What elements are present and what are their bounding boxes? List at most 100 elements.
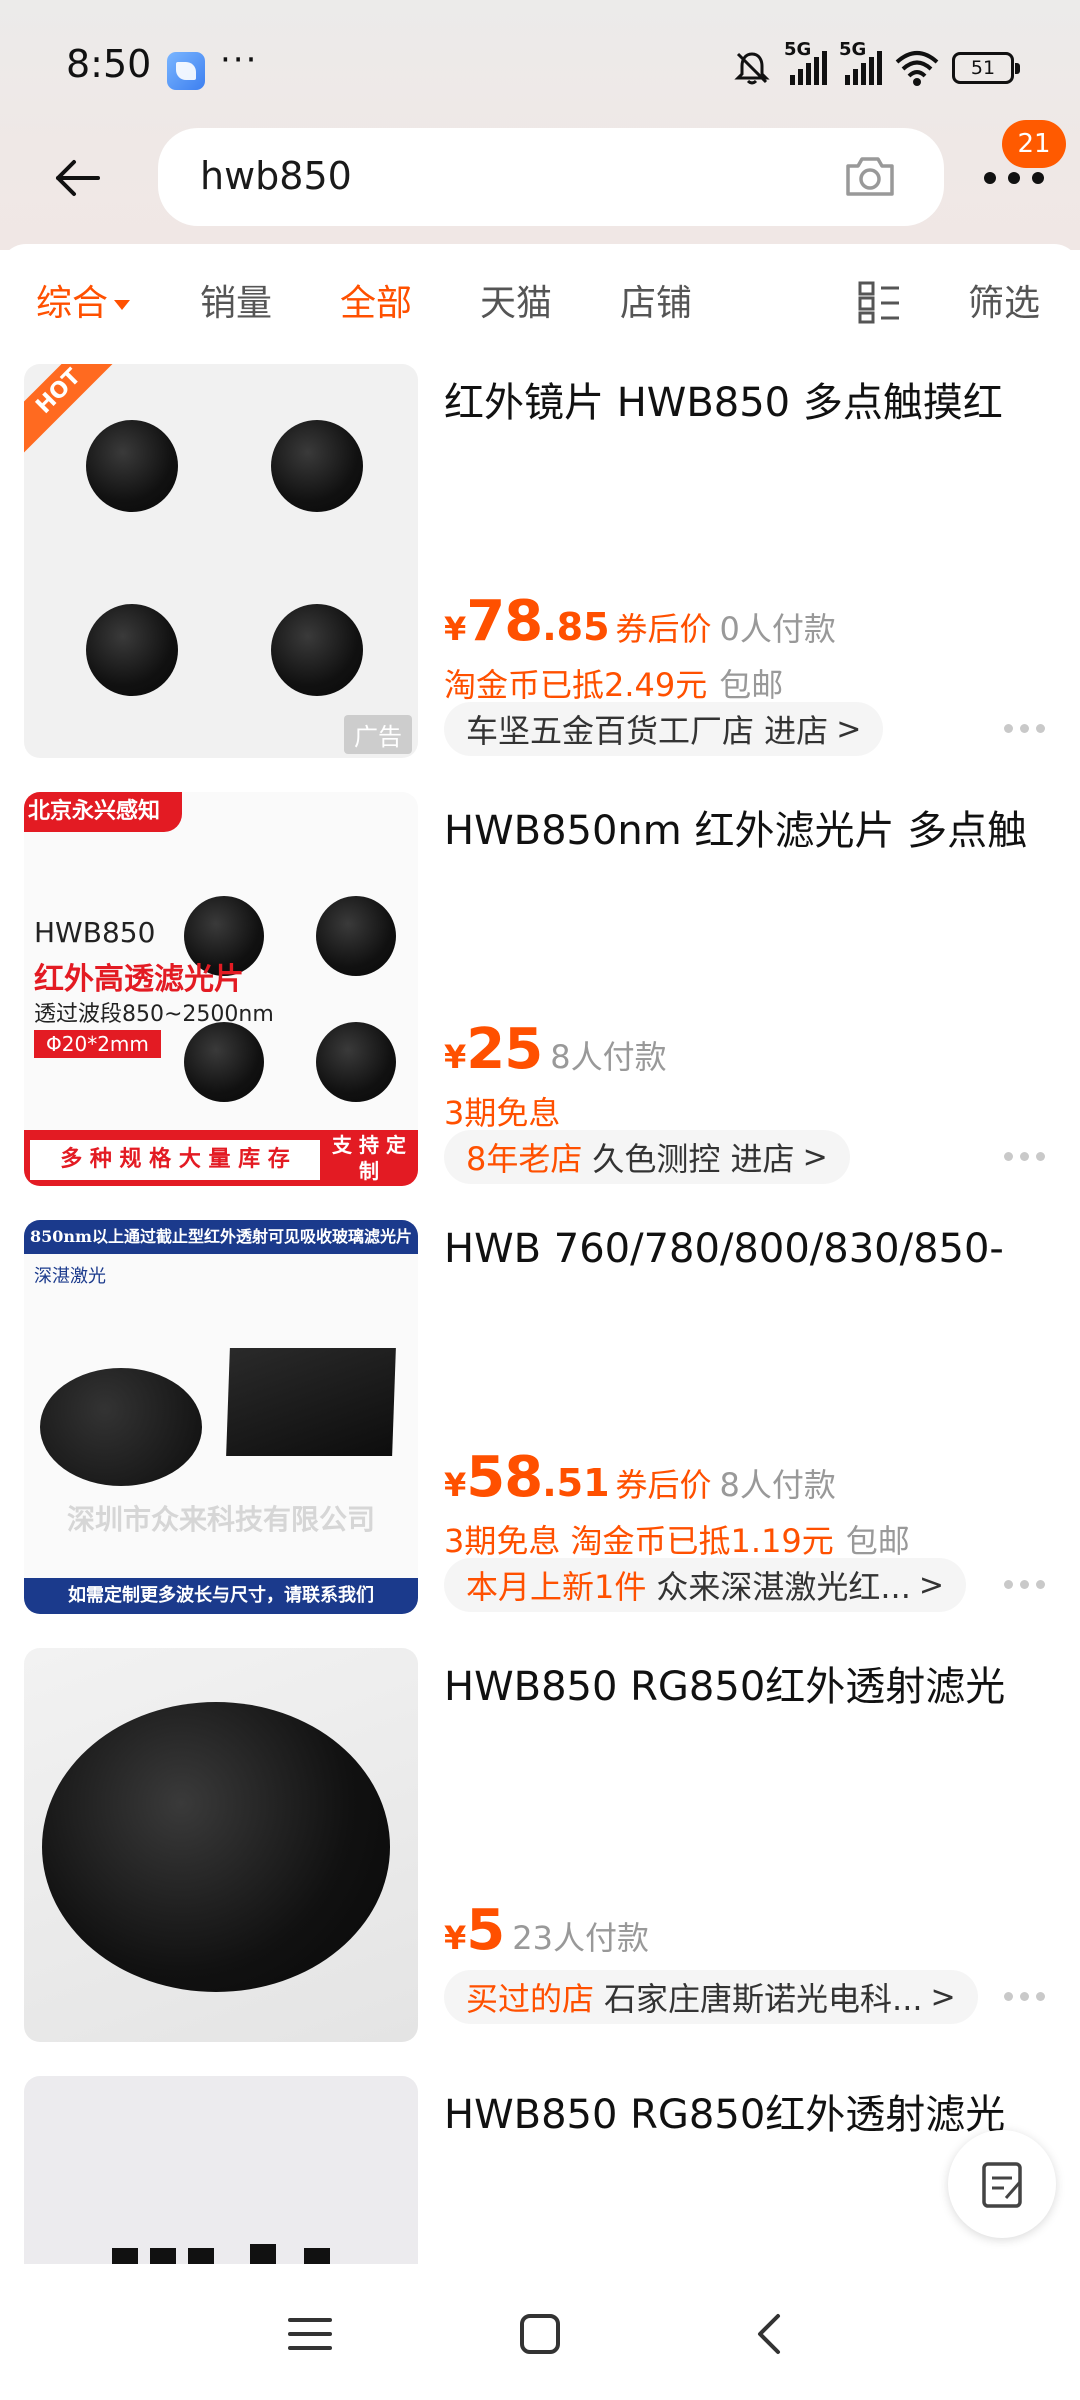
product-card[interactable]: 北京永兴感知 HWB850 红外高透滤光片 透过波段850~2500nm Φ20… [0,792,1080,1192]
promo-row: 淘金币已抵2.49元 包邮 [444,660,783,706]
edit-feedback-icon [982,2162,1022,2208]
product-title[interactable]: 红外镜片 HWB850 多点触摸红 [444,370,1054,428]
price-row: ¥ 58 .51 券后价 8人付款 [444,1445,836,1510]
promo-text: 3期免息 淘金币已抵1.19元 [444,1522,834,1560]
tab-filter[interactable]: 筛选 [968,274,1040,326]
ad-label: 广告 [344,715,412,754]
chevron-right-icon: > [836,711,862,747]
product-title[interactable]: HWB 760/780/800/830/850- [444,1226,1054,1272]
block-shape [304,2248,330,2264]
shop-tag: 买过的店 [466,1980,595,2018]
currency-symbol: ¥ [444,1466,467,1504]
hot-badge: HOT [24,364,124,458]
system-navbar [0,2264,1080,2400]
hot-ribbon: HOT [24,364,124,464]
tab-sales[interactable]: 销量 [200,274,272,326]
shop-name: 石家庄唐斯诺光电科... [604,1980,923,2018]
block-shape [112,2248,138,2264]
card-more-icon[interactable] [1004,1992,1045,2001]
price-integer: 78 [466,589,543,654]
tab-comprehensive-label: 综合 [36,283,109,324]
feedback-button[interactable] [948,2130,1056,2238]
signal-1-icon: 5G [784,39,827,85]
message-count-badge: 21 [1002,120,1066,168]
product-title[interactable]: HWB850nm 红外滤光片 多点触 [444,798,1054,856]
product-image[interactable]: 北京永兴感知 HWB850 红外高透滤光片 透过波段850~2500nm Φ20… [24,792,418,1186]
price-row: ¥ 25 8人付款 [444,1017,667,1082]
image-model-text: HWB850 [34,916,156,949]
shop-link[interactable]: 本月上新1件 众来深湛激光红... > [444,1558,967,1612]
product-card[interactable]: HWB850 RG850红外透射滤光 ¥ 5 23人付款 买过的店 石家庄唐斯诺光… [0,1648,1080,2048]
round-filter-shape [40,1368,202,1486]
image-range-text: 透过波段850~2500nm [34,1002,274,1027]
currency-symbol: ¥ [444,1919,467,1957]
shop-name: 车坚五金百货工厂店 进店 [466,712,829,750]
price-integer: 58 [466,1445,543,1510]
disc-shape [86,604,178,696]
square-filter-shape [226,1348,396,1456]
disc-shape [316,1022,396,1102]
promo-text: 3期免息 [444,1094,561,1132]
image-top-band: 850nm以上通过截止型红外透射可见吸收玻璃滤光片 [24,1220,418,1254]
shipping-text: 包邮 [719,666,784,704]
results-sheet: 综合 销量 全部 天猫 店铺 筛选 HOT 广告 红外镜片 HWB850 多点触… [0,244,1080,2264]
product-card[interactable]: HWB850 RG850红外透射滤光 [0,2076,1080,2264]
price-row: ¥ 78 .85 券后价 0人付款 [444,589,836,654]
block-shape [188,2248,214,2264]
menu-nav-icon[interactable] [284,2308,336,2360]
list-grid-icon[interactable] [857,280,901,324]
disc-shape [42,1702,390,1992]
wifi-icon [895,51,939,86]
shop-tag: 8年老店 [466,1140,583,1178]
search-input[interactable]: hwb850 [158,128,944,226]
shop-tag: 本月上新1件 [466,1568,647,1606]
product-image[interactable]: HOT 广告 [24,364,418,758]
tab-shops[interactable]: 店铺 [620,274,692,326]
back-nav-icon[interactable] [744,2308,796,2360]
product-image[interactable] [24,2076,418,2264]
shop-link[interactable]: 买过的店 石家庄唐斯诺光电科... > [444,1970,978,2024]
card-more-icon[interactable] [1004,1580,1045,1589]
image-logo: 深湛激光 [34,1266,106,1287]
price-integer: 25 [466,1017,543,1082]
currency-symbol: ¥ [444,610,467,648]
coupon-label: 券后价 [615,610,712,648]
product-card[interactable]: 850nm以上通过截止型红外透射可见吸收玻璃滤光片 深湛激光 深圳市众来科技有限… [0,1220,1080,1620]
image-size-tag: Φ20*2mm [34,1030,161,1058]
more-dots-icon [984,172,1044,184]
sales-count: 8人付款 [719,1466,836,1504]
image-headline: 红外高透滤光片 [34,962,244,997]
currency-symbol: ¥ [444,1038,467,1076]
home-nav-icon[interactable] [514,2308,566,2360]
notification-app-icon [167,52,205,90]
card-more-icon[interactable] [1004,1152,1045,1161]
status-time: 8:50 [66,42,152,86]
tab-tmall[interactable]: 天猫 [480,274,552,326]
price-row: ¥ 5 23人付款 [444,1898,649,1963]
image-watermark: 深圳市众来科技有限公司 [66,1503,375,1536]
tab-all[interactable]: 全部 [340,274,412,326]
chevron-right-icon: > [930,1979,956,2015]
signal-2-icon: 5G [839,39,882,85]
shipping-text: 包邮 [845,1522,910,1560]
tab-comprehensive[interactable]: 综合 [36,274,131,326]
back-arrow-icon[interactable] [50,150,106,206]
signal-1-label: 5G [784,39,812,60]
card-more-icon[interactable] [1004,724,1045,733]
camera-icon[interactable] [842,150,898,202]
product-image[interactable]: 850nm以上通过截止型红外透射可见吸收玻璃滤光片 深湛激光 深圳市众来科技有限… [24,1220,418,1614]
price-decimal: .85 [542,605,610,649]
chevron-right-icon: > [802,1139,828,1175]
disc-shape [271,604,363,696]
shop-link[interactable]: 8年老店 久色测控 进店 > [444,1130,850,1184]
sales-count: 8人付款 [550,1038,667,1076]
product-title[interactable]: HWB850 RG850红外透射滤光 [444,1654,1054,1712]
product-card[interactable]: HOT 广告 红外镜片 HWB850 多点触摸红 ¥ 78 .85 券后价 0人… [0,364,1080,764]
disc-shape [271,420,363,512]
disc-shape [184,1022,264,1102]
chevron-right-icon: > [918,1567,945,1603]
shop-name: 久色测控 进店 [592,1140,795,1178]
sales-count: 23人付款 [512,1919,649,1957]
product-image[interactable] [24,1648,418,2042]
shop-link[interactable]: 车坚五金百货工厂店 进店 > [444,702,884,756]
